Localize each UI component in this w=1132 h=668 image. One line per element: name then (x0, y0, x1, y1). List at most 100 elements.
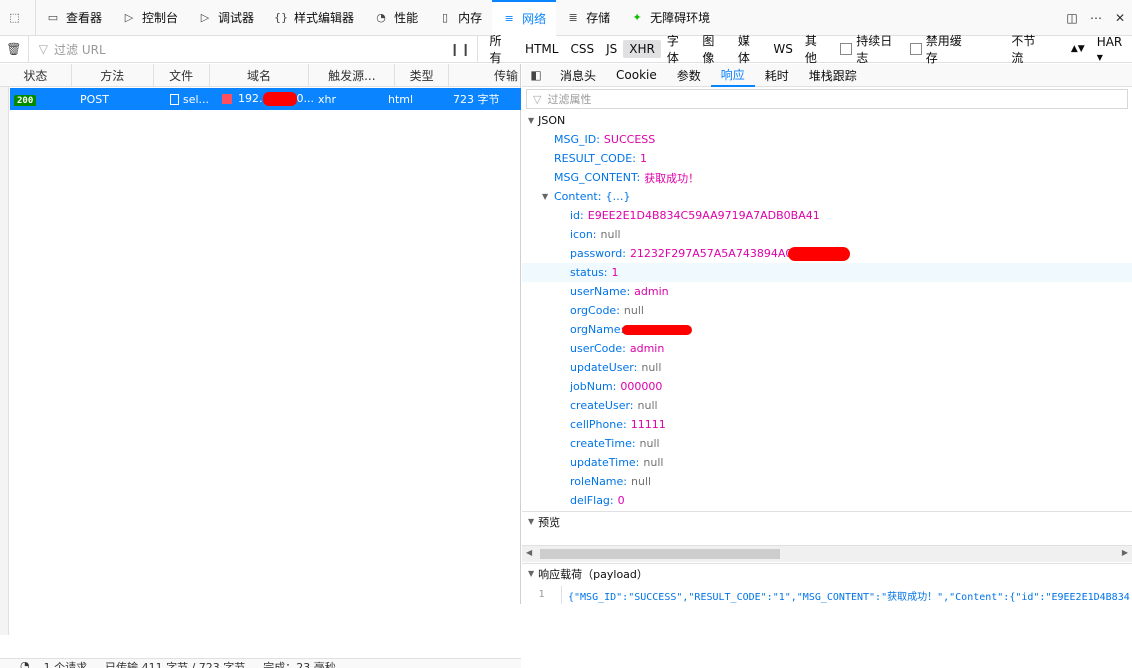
json-key: Content: (554, 190, 602, 203)
column-header[interactable]: 域名 (210, 63, 310, 87)
detail-tab[interactable]: 参数 (667, 64, 711, 87)
checkbox-box (840, 43, 853, 55)
tab-debugger[interactable]: ▷ 调试器 (188, 0, 264, 36)
tab-style-editor[interactable]: {} 样式编辑器 (264, 0, 364, 36)
expand-triangle-icon: ▼ (528, 569, 535, 578)
pause-button[interactable]: ❙❙ (445, 42, 477, 56)
json-property-row[interactable]: createUser: null (522, 396, 1132, 415)
filter-properties-input[interactable]: ▽ 过滤属性 (526, 89, 1128, 109)
scrollbar-thumb[interactable] (540, 549, 780, 559)
json-property-row[interactable]: icon: null (522, 225, 1132, 244)
tab-console[interactable]: ▷ 控制台 (112, 0, 188, 36)
tab-storage[interactable]: ≣ 存储 (556, 0, 620, 36)
type-filter-9[interactable]: 其他 (799, 30, 835, 68)
json-property-row[interactable]: updateUser: null (522, 358, 1132, 377)
json-section-header[interactable]: ▼ JSON (522, 110, 1132, 130)
column-header[interactable]: 状态 (0, 63, 72, 87)
toolbar-right-controls: ◫ ⋯ ✕ (1060, 0, 1132, 36)
type-filter-5[interactable]: 字体 (661, 30, 697, 68)
json-property-row[interactable]: orgName: (522, 320, 1132, 339)
tab-inspector[interactable]: ▭ 查看器 (36, 0, 112, 36)
json-property-row[interactable]: delFlag: 0 (522, 491, 1132, 510)
json-property-row[interactable]: roleName: null (522, 472, 1132, 491)
json-property-row[interactable]: orgCode: null (522, 301, 1132, 320)
detail-tab[interactable]: 消息头 (550, 64, 606, 87)
payload-code-line: 1 {"MSG_ID":"SUCCESS","RESULT_CODE":"1",… (522, 586, 1132, 604)
type-filter-7[interactable]: 媒体 (732, 30, 768, 68)
detail-tab[interactable]: 耗时 (755, 64, 799, 87)
debugger-icon: ▷ (200, 11, 210, 24)
splitter-gutter[interactable] (0, 87, 9, 635)
column-header[interactable]: 文件 (154, 63, 210, 87)
updown-icon: ▲▼ (1070, 44, 1085, 54)
json-key: MSG_ID: (554, 133, 600, 146)
json-property-row[interactable]: RESULT_CODE: 1 (522, 149, 1132, 168)
tab-memory[interactable]: ▯ 内存 (428, 0, 492, 36)
scroll-right-icon[interactable]: ▶ (1122, 548, 1128, 557)
json-content-node[interactable]: Content: {…} ▼ (522, 187, 1132, 206)
storage-icon: ≣ (568, 11, 578, 24)
json-property-row[interactable]: userName: admin (522, 282, 1132, 301)
json-property-row[interactable]: cellPhone: 11111 (522, 415, 1132, 434)
dock-icon[interactable]: ◫ (1060, 11, 1084, 25)
json-property-row[interactable]: createTime: null (522, 434, 1132, 453)
disable-cache-checkbox[interactable]: 禁用缓存 (909, 32, 974, 66)
json-property-row[interactable]: MSG_CONTENT: 获取成功！ (522, 168, 1132, 187)
type-filter-3[interactable]: JS (600, 40, 623, 58)
tab-label: 调试器 (218, 11, 255, 25)
column-header[interactable]: 方法 (72, 63, 154, 87)
close-icon[interactable]: ✕ (1108, 11, 1132, 25)
type-cell: html (388, 92, 414, 106)
json-property-row[interactable]: id: E9EE2E1D4B834C59AA9719A7ADB0BA41 (522, 206, 1132, 225)
scroll-left-icon[interactable]: ◀ (526, 548, 532, 557)
tab-label: 内存 (458, 11, 483, 25)
json-value: null (641, 361, 662, 374)
type-filter-0[interactable]: 所有 (484, 30, 520, 68)
json-property-row[interactable]: password: 21232F297A57A5A743894A0 (522, 244, 1132, 263)
performance-icon: ◔ (376, 11, 386, 24)
network-icon: ≡ (504, 12, 514, 25)
persist-logs-checkbox[interactable]: 持续日志 (840, 32, 904, 66)
detail-tab[interactable]: Cookie (606, 64, 667, 87)
json-property-row[interactable]: MSG_ID: SUCCESS (522, 130, 1132, 149)
table-row[interactable]: 200 POST sel... 192. 0... xhr html 723 字节 (10, 88, 521, 110)
json-key: RESULT_CODE: (554, 152, 636, 165)
file-name: sel... (183, 92, 210, 106)
tab-performance[interactable]: ◔ 性能 (364, 0, 428, 36)
disable-cache-label: 禁用缓存 (925, 34, 962, 65)
json-key: password: (570, 247, 626, 260)
toggle-sidebar-button[interactable]: ◧ (522, 68, 550, 82)
type-filter-1[interactable]: HTML (519, 40, 564, 58)
har-menu[interactable]: HAR ▼ (1097, 35, 1132, 63)
element-picker-button[interactable]: ⬚ (0, 0, 36, 36)
detail-tab[interactable]: 堆栈跟踪 (799, 64, 867, 87)
preview-section-header[interactable]: ▼ 预览 (522, 511, 1132, 531)
tab-label: 性能 (394, 11, 419, 25)
payload-section-header[interactable]: ▼ 响应载荷（payload） (522, 563, 1132, 583)
throttle-select[interactable]: 不节流 ▲▼ (1011, 32, 1084, 66)
json-key: roleName: (570, 475, 627, 488)
type-filter-8[interactable]: WS (767, 40, 798, 58)
column-header[interactable]: 类型 (395, 63, 450, 87)
file-cell: sel... (138, 93, 218, 106)
filter-url-input[interactable]: ▽ 过滤 URL (27, 35, 445, 63)
json-key: createUser: (570, 399, 634, 412)
clear-button[interactable]: 🗑 (0, 42, 28, 56)
json-property-row[interactable]: updateTime: null (522, 453, 1132, 472)
perf-icon[interactable]: ◔ (20, 659, 30, 668)
type-filter-2[interactable]: CSS (564, 40, 600, 58)
column-header[interactable]: 传输 (449, 64, 520, 87)
memory-icon: ▯ (442, 11, 449, 24)
line-number: 1 (522, 586, 562, 604)
column-header[interactable]: 触发源... (309, 63, 396, 87)
inspector-icon: ▭ (47, 11, 59, 24)
json-property-row[interactable]: status: 1 (522, 263, 1132, 282)
console-icon: ▷ (124, 11, 134, 24)
json-property-row[interactable]: jobNum: 000000 (522, 377, 1132, 396)
horizontal-scrollbar[interactable]: ◀ ▶ (522, 545, 1132, 562)
menu-icon[interactable]: ⋯ (1084, 11, 1108, 25)
type-filter-4[interactable]: XHR (623, 40, 661, 58)
json-property-row[interactable]: userCode: admin (522, 339, 1132, 358)
type-filter-6[interactable]: 图像 (696, 30, 732, 68)
detail-tab[interactable]: 响应 (710, 64, 755, 87)
